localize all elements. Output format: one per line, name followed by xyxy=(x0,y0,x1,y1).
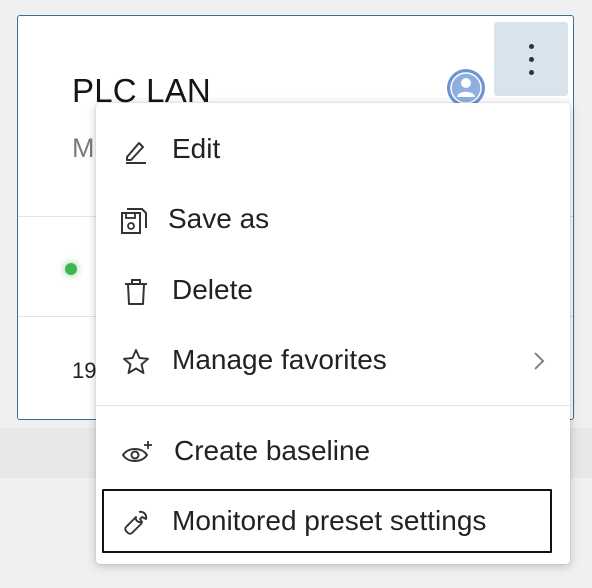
context-menu: Edit Save as Delete Manage favorites Cre… xyxy=(96,103,570,564)
menu-item-label: Create baseline xyxy=(174,435,371,466)
status-indicator xyxy=(65,263,77,275)
menu-divider xyxy=(96,405,570,406)
card-subtitle: M xyxy=(72,133,95,163)
star-icon xyxy=(123,349,149,374)
menu-item-manage-favorites[interactable]: Manage favorites xyxy=(96,330,570,392)
card-row-value: 19 xyxy=(72,358,97,383)
menu-item-label: Monitored preset settings xyxy=(172,505,487,536)
menu-item-label: Edit xyxy=(172,133,221,164)
save-as-icon xyxy=(121,208,147,234)
chevron-right-icon xyxy=(534,352,545,370)
menu-item-save-as[interactable]: Save as xyxy=(96,189,570,251)
menu-item-monitored-preset-settings[interactable]: Monitored preset settings xyxy=(96,491,570,553)
menu-item-edit[interactable]: Edit xyxy=(96,119,570,181)
menu-item-label: Delete xyxy=(172,274,253,305)
user-badge-icon xyxy=(447,69,485,107)
menu-item-create-baseline[interactable]: Create baseline xyxy=(96,421,570,483)
wrench-icon xyxy=(124,510,148,535)
trash-icon xyxy=(125,279,147,305)
more-options-button[interactable] xyxy=(494,22,568,96)
menu-item-label: Manage favorites xyxy=(172,344,387,375)
menu-item-delete[interactable]: Delete xyxy=(96,260,570,322)
menu-item-label: Save as xyxy=(168,203,270,234)
pencil-icon xyxy=(126,142,146,164)
eye-plus-icon xyxy=(121,441,152,462)
